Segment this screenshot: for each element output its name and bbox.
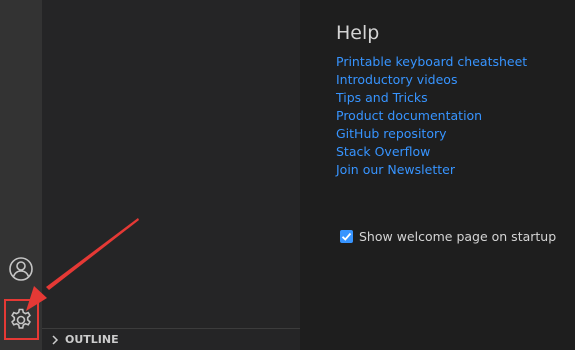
show-on-startup-checkbox[interactable] — [340, 230, 353, 243]
list-item: Introductory videos — [336, 70, 527, 88]
outline-section-header[interactable]: OUTLINE — [42, 328, 300, 350]
list-item: Product documentation — [336, 106, 527, 124]
help-links-list: Printable keyboard cheatsheet Introducto… — [336, 52, 527, 178]
activity-bar — [0, 0, 42, 350]
accounts-button[interactable] — [0, 249, 42, 289]
link-introductory-videos[interactable]: Introductory videos — [336, 72, 457, 87]
show-on-startup-label: Show welcome page on startup — [359, 229, 557, 244]
annotation-highlight-box — [4, 299, 39, 340]
checkmark-icon — [341, 232, 352, 241]
link-product-documentation[interactable]: Product documentation — [336, 108, 482, 123]
show-on-startup-option[interactable]: Show welcome page on startup — [340, 229, 556, 244]
list-item: Stack Overflow — [336, 142, 527, 160]
help-heading: Help — [336, 22, 380, 44]
chevron-right-icon — [52, 334, 59, 345]
sidebar: OUTLINE — [42, 0, 300, 350]
outline-label: OUTLINE — [65, 333, 119, 346]
welcome-page: Help Printable keyboard cheatsheet Intro… — [300, 0, 575, 350]
link-github-repository[interactable]: GitHub repository — [336, 126, 447, 141]
list-item: Join our Newsletter — [336, 160, 527, 178]
link-stack-overflow[interactable]: Stack Overflow — [336, 144, 430, 159]
list-item: Printable keyboard cheatsheet — [336, 52, 527, 70]
list-item: Tips and Tricks — [336, 88, 527, 106]
account-icon — [9, 257, 33, 281]
link-keyboard-cheatsheet[interactable]: Printable keyboard cheatsheet — [336, 54, 527, 69]
list-item: GitHub repository — [336, 124, 527, 142]
link-newsletter[interactable]: Join our Newsletter — [336, 162, 455, 177]
vscode-window: OUTLINE Help Printable keyboard cheatshe… — [0, 0, 575, 350]
link-tips-and-tricks[interactable]: Tips and Tricks — [336, 90, 428, 105]
